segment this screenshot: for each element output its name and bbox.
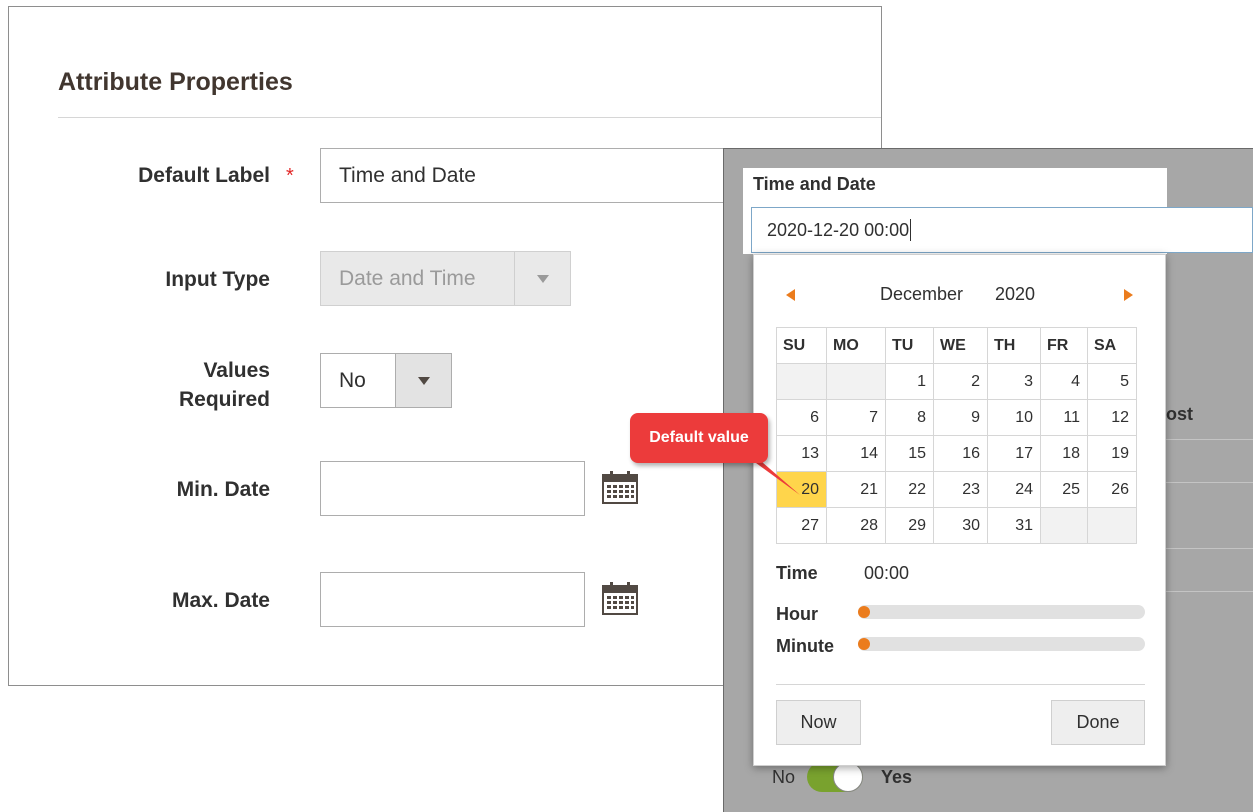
values-required-value: No (339, 368, 366, 392)
calendar-day[interactable]: 14 (826, 435, 886, 472)
calendar-empty-cell (1087, 507, 1137, 544)
hour-slider[interactable] (858, 605, 1145, 619)
calendar-day[interactable]: 22 (885, 471, 934, 508)
divider (1160, 591, 1253, 592)
calendar-day[interactable]: 8 (885, 399, 934, 436)
weekday-header: TU (885, 327, 934, 364)
calendar-day[interactable]: 1 (885, 363, 934, 400)
default-label-input[interactable]: Time and Date (320, 148, 724, 203)
calendar-day[interactable]: 21 (826, 471, 886, 508)
toggle-knob (833, 762, 864, 792)
calendar-empty-cell (826, 363, 886, 400)
prev-month-icon[interactable] (786, 289, 795, 301)
toggle-row: No Yes (772, 762, 912, 792)
time-label: Time (776, 563, 818, 583)
calendar-day[interactable]: 18 (1040, 435, 1088, 472)
calendar-day[interactable]: 2 (933, 363, 988, 400)
calendar-day[interactable]: 9 (933, 399, 988, 436)
toggle-switch[interactable] (807, 762, 864, 792)
calendar-day[interactable]: 28 (826, 507, 886, 544)
datepicker-year[interactable]: 2020 (995, 284, 1035, 305)
calendar-week-row: 27 28 29 30 31 (776, 507, 1137, 544)
hour-slider-handle[interactable] (858, 606, 870, 618)
panel-title: Attribute Properties (58, 68, 293, 96)
input-type-select: Date and Time (320, 251, 571, 306)
input-type-value: Date and Time (339, 266, 476, 290)
values-required-label-line1: Values (203, 359, 270, 382)
date-time-input-value: 2020-12-20 00:00 (767, 219, 910, 240)
calendar-icon[interactable] (602, 470, 638, 504)
weekday-header: WE (933, 327, 988, 364)
calendar-day[interactable]: 29 (885, 507, 934, 544)
datepicker-divider (776, 684, 1145, 685)
calendar-week-row: 12345 (776, 363, 1137, 400)
calendar-day[interactable]: 27 (776, 507, 827, 544)
divider (1160, 439, 1253, 440)
background-text-fragment: ost (1166, 404, 1193, 424)
calendar-empty-cell (1040, 507, 1088, 544)
calendar-week-row: 13 14 15 16 17 18 19 (776, 435, 1137, 472)
calendar-day[interactable]: 6 (776, 399, 827, 436)
minute-slider-handle[interactable] (858, 638, 870, 650)
calendar-day[interactable]: 26 (1087, 471, 1137, 508)
calendar-grid: SU MO TU WE TH FR SA 1 2 3 4 5 6 7 8 9 10 11 12 13 14… (776, 327, 1137, 544)
weekday-header: SU (776, 327, 827, 364)
toggle-off-label: No (772, 766, 796, 787)
calendar-empty-cell (776, 363, 827, 400)
calendar-day[interactable]: 17 (987, 435, 1041, 472)
weekday-header: TH (987, 327, 1041, 364)
calendar-day[interactable]: 16 (933, 435, 988, 472)
calendar-week-row: 20 21 22 23 24 25 26 (776, 471, 1137, 508)
divider (1160, 482, 1253, 483)
weekday-header: FR (1040, 327, 1088, 364)
minute-label: Minute (776, 636, 834, 656)
calendar-day[interactable]: 4 (1040, 363, 1088, 400)
hour-label: Hour (776, 604, 818, 624)
weekday-header-row: SU MO TU WE TH FR SA (776, 327, 1137, 364)
calendar-day[interactable]: 25 (1040, 471, 1088, 508)
done-button[interactable]: Done (1051, 700, 1145, 745)
values-required-select[interactable]: No (320, 353, 452, 408)
calendar-day[interactable]: 12 (1087, 399, 1137, 436)
weekday-header: MO (826, 327, 886, 364)
preview-field-label: Time and Date (753, 174, 876, 194)
calendar-day[interactable]: 3 (987, 363, 1041, 400)
calendar-day[interactable]: 30 (933, 507, 988, 544)
calendar-day[interactable]: 15 (885, 435, 934, 472)
min-date-label: Min. Date (176, 478, 270, 501)
chevron-down-icon[interactable] (395, 354, 451, 407)
now-button[interactable]: Now (776, 700, 861, 745)
text-caret (910, 219, 912, 241)
default-label-label: Default Label (138, 164, 270, 187)
minute-slider[interactable] (858, 637, 1145, 651)
date-time-input[interactable]: 2020-12-20 00:00 (751, 207, 1253, 253)
calendar-icon[interactable] (602, 581, 638, 615)
default-value-callout: Default value (630, 413, 768, 463)
calendar-day[interactable]: 5 (1087, 363, 1137, 400)
max-date-input[interactable] (320, 572, 585, 627)
min-date-input[interactable] (320, 461, 585, 516)
time-value: 00:00 (864, 563, 910, 583)
values-required-label: Values Required (90, 356, 270, 414)
weekday-header: SA (1087, 327, 1137, 364)
max-date-label: Max. Date (171, 589, 270, 612)
datepicker-month[interactable]: December (880, 284, 963, 305)
next-month-icon[interactable] (1124, 289, 1133, 301)
calendar-day[interactable]: 11 (1040, 399, 1088, 436)
toggle-on-label: Yes (881, 766, 913, 787)
calendar-day[interactable]: 24 (987, 471, 1041, 508)
required-asterisk: * (286, 165, 294, 187)
chevron-down-icon (514, 252, 570, 305)
calendar-day[interactable]: 7 (826, 399, 886, 436)
calendar-week-row: 6 7 8 9 10 11 12 (776, 399, 1137, 436)
divider (1160, 548, 1253, 549)
panel-divider (58, 117, 881, 118)
calendar-day[interactable]: 23 (933, 471, 988, 508)
values-required-label-line2: Required (178, 388, 270, 411)
calendar-day[interactable]: 19 (1087, 435, 1137, 472)
calendar-day[interactable]: 10 (987, 399, 1041, 436)
input-type-label: Input Type (165, 268, 270, 291)
calendar-day[interactable]: 31 (987, 507, 1041, 544)
